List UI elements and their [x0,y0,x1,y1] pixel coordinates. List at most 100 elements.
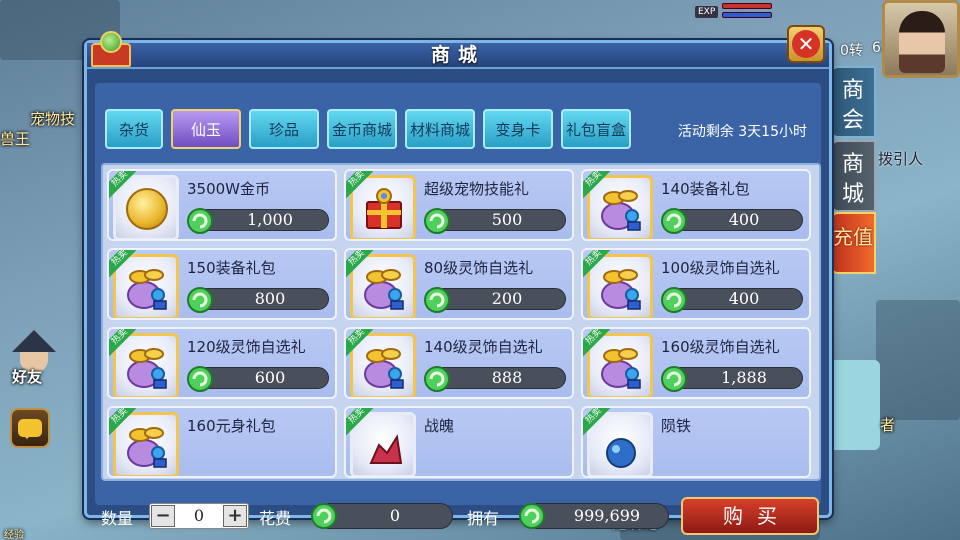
exp-tag: EXP [695,6,719,18]
item-price: 400 [661,287,803,313]
tab-blind-box[interactable]: 礼包盲盒 [561,109,631,149]
hot-sale-badge: 热卖 [109,329,137,357]
item-card[interactable]: 热卖 140级灵饰自选礼 888 [344,327,574,399]
event-timer: 活动剩余 3天15小时 [677,124,807,140]
item-name: 超级宠物技能礼 [424,180,530,198]
hot-sale-label: 热卖 [346,250,374,278]
quantity-value[interactable]: 0 [176,504,222,528]
item-name: 80级灵饰自选礼 [424,259,534,277]
side-tab-recharge[interactable]: 充值 [830,212,876,274]
jade-currency-icon [661,366,687,392]
item-card[interactable]: 热卖 3500W金币 1,000 [107,169,337,241]
quantity-minus-button[interactable]: − [151,505,175,527]
hot-sale-label: 热卖 [109,250,137,278]
item-card[interactable]: 热卖 120级灵饰自选礼 600 [107,327,337,399]
side-tab-guild-shop[interactable]: 商会 [830,66,876,138]
hot-sale-label: 热卖 [109,171,137,199]
item-name: 160级灵饰自选礼 [661,338,780,356]
item-price-value: 600 [254,368,286,387]
friends-label: 好友 [12,368,43,386]
jade-currency-icon [424,366,450,392]
jade-currency-icon [187,287,213,313]
tab-treasure[interactable]: 珍品 [249,109,319,149]
hot-sale-label: 热卖 [583,250,611,278]
item-card[interactable]: 热卖 160级灵饰自选礼 1,888 [581,327,811,399]
cost-display: 0 [311,503,453,529]
item-price: 888 [424,366,566,392]
close-button[interactable]: ✕ [787,25,825,63]
item-card[interactable]: 热卖 150装备礼包 800 [107,248,337,320]
hot-sale-badge: 热卖 [109,171,137,199]
cost-label: 花费 [259,509,292,528]
item-price-value: 1,000 [247,210,293,229]
hp-bar [722,3,772,9]
hot-sale-label: 热卖 [109,329,137,357]
bg-text-guide: 拨引人 [878,150,924,168]
item-price-value: 1,888 [721,368,767,387]
item-price-value: 888 [491,368,523,387]
quantity-stepper: − 0 + [149,503,249,529]
hot-sale-badge: 热卖 [109,250,137,278]
mp-bar [722,12,772,18]
buy-button[interactable]: 购买 [681,497,819,535]
jade-currency-icon [424,208,450,234]
item-price-value: 400 [728,289,760,308]
item-grid: 热卖 3500W金币 1,000 热卖 超级宠物技能礼 500 热卖 140装备礼包 400 热卖… [107,169,811,478]
tab-misc[interactable]: 杂货 [105,109,163,149]
item-price-value: 200 [491,289,523,308]
tab-material-mall[interactable]: 材料商城 [405,109,475,149]
item-price-value: 800 [254,289,286,308]
hot-sale-label: 热卖 [583,329,611,357]
item-price: 1,888 [661,366,803,392]
item-grid-viewport[interactable]: 热卖 3500W金币 1,000 热卖 超级宠物技能礼 500 热卖 140装备礼包 400 热卖… [101,163,821,481]
item-name: 140级灵饰自选礼 [424,338,543,356]
rebirth-count: 0转 [840,43,863,59]
owned-label: 拥有 [467,509,500,528]
bg-text-beast-king: 兽王 [0,130,31,148]
tab-transform-card[interactable]: 变身卡 [483,109,553,149]
purchase-footer: 数量 − 0 + 花费 0 拥有 999,699 购买 [101,497,825,537]
hot-sale-badge: 热卖 [109,408,137,436]
quantity-plus-button[interactable]: + [223,505,247,527]
hot-sale-label: 热卖 [346,408,374,436]
tab-gold-mall[interactable]: 金币商城 [327,109,397,149]
bg-text-pet: 宠物技 [30,110,76,128]
item-card[interactable]: 热卖 100级灵饰自选礼 400 [581,248,811,320]
category-tabs: 杂货 仙玉 珍品 金币商城 材料商城 变身卡 礼包盲盒 [105,109,631,149]
item-card[interactable]: 热卖 80级灵饰自选礼 200 [344,248,574,320]
owned-display: 999,699 [519,503,669,529]
chat-button[interactable] [10,408,50,448]
item-price-value: 500 [491,210,523,229]
tab-jade[interactable]: 仙玉 [171,109,241,149]
item-name: 120级灵饰自选礼 [187,338,306,356]
item-card[interactable]: 热卖 140装备礼包 400 [581,169,811,241]
item-card[interactable]: 热卖 战魄 [344,406,574,478]
item-card[interactable]: 热卖 超级宠物技能礼 500 [344,169,574,241]
item-price: 400 [661,208,803,234]
item-card[interactable]: 热卖 160元身礼包 [107,406,337,478]
hot-sale-badge: 热卖 [346,171,374,199]
jade-currency-icon [661,208,687,234]
cost-value: 0 [389,506,401,525]
shop-content: 杂货 仙玉 珍品 金币商城 材料商城 变身卡 礼包盲盒 活动剩余 3天15小时 … [95,83,821,535]
shop-titlebar: 商城 [87,43,829,69]
hot-sale-badge: 热卖 [583,408,611,436]
item-name: 陨铁 [661,417,692,435]
hot-sale-label: 热卖 [346,171,374,199]
item-name: 战魄 [424,417,455,435]
hp-mp-bars [722,0,772,30]
item-card[interactable]: 热卖 陨铁 [581,406,811,478]
player-avatar[interactable] [882,0,960,78]
hot-sale-label: 热卖 [583,408,611,436]
side-tab-mall[interactable]: 商城 [830,140,876,212]
item-price: 800 [187,287,329,313]
shop-emblem-icon [89,31,133,75]
jade-currency-icon [187,366,213,392]
shop-window: 商城 ✕ 杂货 仙玉 珍品 金币商城 材料商城 变身卡 礼包盲盒 活动剩余 3天… [84,25,832,535]
hot-sale-label: 热卖 [583,171,611,199]
item-price: 500 [424,208,566,234]
chat-bubble-icon [18,419,42,439]
item-price: 200 [424,287,566,313]
shop-title: 商城 [430,44,485,66]
bg-text-exp: 经验 [4,530,24,540]
